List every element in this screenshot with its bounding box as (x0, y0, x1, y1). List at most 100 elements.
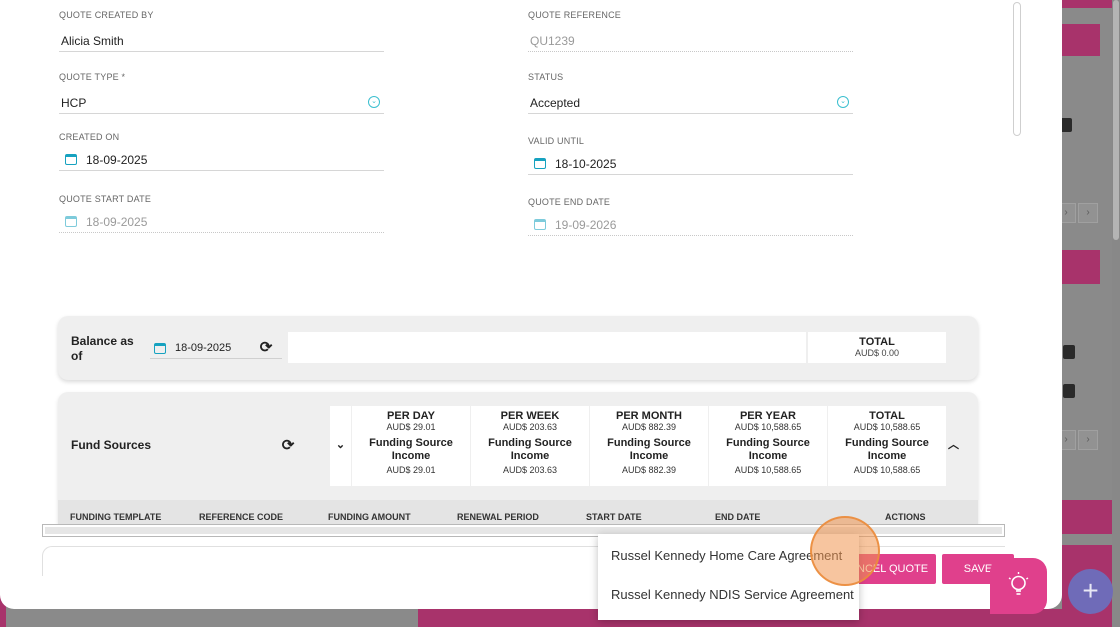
quote-end-date-field: QUOTE END DATE 19-09-2026 (528, 197, 853, 236)
background-document-icon-2 (1063, 384, 1075, 398)
quote-start-date-input: 18-09-2025 (59, 211, 384, 233)
per-month-column: PER MONTH AUD$ 882.39 Funding Source Inc… (590, 406, 708, 486)
status-select[interactable]: Accepted ⌄ (528, 92, 853, 114)
status-value: Accepted (530, 95, 581, 110)
fund-sources-label: Fund Sources (71, 438, 152, 452)
column-source-amount: AUD$ 10,588.65 (853, 465, 921, 475)
balance-spacer (288, 332, 806, 363)
balance-total-title: TOTAL (859, 336, 895, 348)
quote-start-date-field: QUOTE START DATE 18-09-2025 (59, 194, 384, 233)
quote-end-date-input: 19-09-2026 (528, 214, 853, 236)
quote-reference-field: QUOTE REFERENCE QU1239 (528, 10, 853, 52)
background-pager-last-2: › (1078, 430, 1098, 450)
created-on-value: 18-09-2025 (86, 152, 148, 167)
quote-reference-value: QU1239 (530, 33, 575, 48)
quote-created-by-field: QUOTE CREATED BY Alicia Smith (59, 10, 384, 52)
refresh-icon[interactable]: ⟳ (258, 340, 274, 356)
column-source: Funding Source Income (845, 437, 929, 462)
calendar-icon (65, 216, 77, 227)
per-day-column: PER DAY AUD$ 29.01 Funding Source Income… (352, 406, 470, 486)
column-heading: PER MONTH (616, 410, 682, 422)
created-on-input[interactable]: 18-09-2025 (59, 149, 384, 171)
quote-reference-input: QU1239 (528, 30, 853, 52)
add-fab-button[interactable]: + (1068, 569, 1113, 614)
background-pink-bar (1062, 500, 1112, 534)
lightbulb-icon (1008, 572, 1029, 595)
background-header-bar (1062, 0, 1112, 8)
header-start-date: START DATE (586, 512, 642, 522)
quote-created-by-value: Alicia Smith (61, 33, 124, 48)
modal-scrollbar-thumb[interactable] (1013, 2, 1021, 136)
created-on-field: CREATED ON 18-09-2025 (59, 132, 384, 171)
quote-modal: QUOTE CREATED BY Alicia Smith QUOTE REFE… (0, 0, 1062, 609)
chevron-up-icon[interactable]: ︿ (948, 436, 959, 452)
balance-total-value: AUD$ 0.00 (854, 348, 900, 358)
valid-until-label: VALID UNTIL (528, 136, 585, 146)
quote-start-date-label: QUOTE START DATE (59, 194, 152, 204)
dropdown-option-ndis[interactable]: Russel Kennedy NDIS Service Agreement (611, 587, 854, 602)
dropdown-option-home-care[interactable]: Russel Kennedy Home Care Agreement (611, 548, 842, 563)
column-heading: PER WEEK (500, 410, 560, 422)
per-year-column: PER YEAR AUD$ 10,588.65 Funding Source I… (709, 406, 827, 486)
balance-card: Balance as of 18-09-2025 ⟳ TOTAL AUD$ 0.… (58, 316, 978, 380)
status-field: STATUS Accepted ⌄ (528, 72, 853, 114)
balance-label: Balance as of (71, 334, 134, 363)
chevron-down-icon[interactable]: ⌄ (330, 406, 351, 486)
background-pager-last: › (1078, 203, 1098, 223)
total-column: TOTAL AUD$ 10,588.65 Funding Source Inco… (828, 406, 946, 486)
column-source: Funding Source Income (369, 437, 453, 462)
column-source-amount: AUD$ 10,588.65 (734, 465, 802, 475)
chevron-down-icon[interactable]: ⌄ (837, 96, 849, 108)
quote-created-by-input[interactable]: Alicia Smith (59, 30, 384, 52)
calendar-icon[interactable] (154, 342, 166, 354)
click-highlight (810, 516, 880, 586)
column-amount: AUD$ 203.63 (502, 422, 558, 432)
refresh-icon[interactable]: ⟳ (280, 438, 296, 454)
column-amount: AUD$ 882.39 (621, 422, 677, 432)
valid-until-value: 18-10-2025 (555, 156, 617, 171)
column-source-amount: AUD$ 29.01 (386, 465, 436, 475)
balance-date-value: 18-09-2025 (175, 342, 232, 354)
header-funding-amount: FUNDING AMOUNT (328, 512, 411, 522)
quote-created-by-label: QUOTE CREATED BY (59, 10, 154, 20)
calendar-icon (534, 219, 546, 230)
column-amount: AUD$ 29.01 (386, 422, 436, 432)
column-amount: AUD$ 10,588.65 (853, 422, 921, 432)
column-heading: TOTAL (869, 410, 905, 422)
plus-icon: + (1082, 575, 1099, 606)
background-scrollbar-thumb[interactable] (1113, 0, 1119, 240)
column-source-amount: AUD$ 203.63 (502, 465, 558, 475)
header-actions: ACTIONS (885, 512, 926, 522)
quote-end-date-value: 19-09-2026 (555, 217, 617, 232)
calendar-icon[interactable] (65, 154, 77, 165)
column-source: Funding Source Income (726, 437, 810, 462)
balance-total-cell: TOTAL AUD$ 0.00 (808, 332, 946, 363)
column-source: Funding Source Income (607, 437, 691, 462)
chevron-down-icon[interactable]: ⌄ (368, 96, 380, 108)
quote-type-value: HCP (61, 95, 87, 110)
header-reference-code: REFERENCE CODE (199, 512, 284, 522)
column-source-amount: AUD$ 882.39 (621, 465, 677, 475)
fund-sources-card: Fund Sources ⟳ ⌄ PER DAY AUD$ 29.01 Fund… (58, 392, 978, 524)
quote-type-select[interactable]: HCP ⌄ (59, 92, 384, 114)
column-amount: AUD$ 10,588.65 (734, 422, 802, 432)
column-heading: PER DAY (387, 410, 435, 422)
quote-end-date-label: QUOTE END DATE (528, 197, 611, 207)
column-heading: PER YEAR (739, 410, 797, 422)
quote-reference-label: QUOTE REFERENCE (528, 10, 622, 20)
column-source: Funding Source Income (488, 437, 572, 462)
quote-type-label: QUOTE TYPE * (59, 72, 126, 82)
background-pink-button (1062, 24, 1100, 56)
help-fab-button[interactable] (990, 558, 1047, 614)
quote-start-date-value: 18-09-2025 (86, 214, 148, 229)
header-renewal-period: RENEWAL PERIOD (457, 512, 539, 522)
header-funding-template: FUNDING TEMPLATE (70, 512, 162, 522)
quote-type-field: QUOTE TYPE * HCP ⌄ (59, 72, 384, 114)
per-week-column: PER WEEK AUD$ 203.63 Funding Source Inco… (471, 406, 589, 486)
background-pink-button-2 (1062, 250, 1100, 284)
valid-until-input[interactable]: 18-10-2025 (528, 153, 853, 175)
created-on-label: CREATED ON (59, 132, 120, 142)
background-document-icon (1063, 345, 1075, 359)
valid-until-field: VALID UNTIL 18-10-2025 (528, 136, 853, 175)
calendar-icon[interactable] (534, 158, 546, 169)
